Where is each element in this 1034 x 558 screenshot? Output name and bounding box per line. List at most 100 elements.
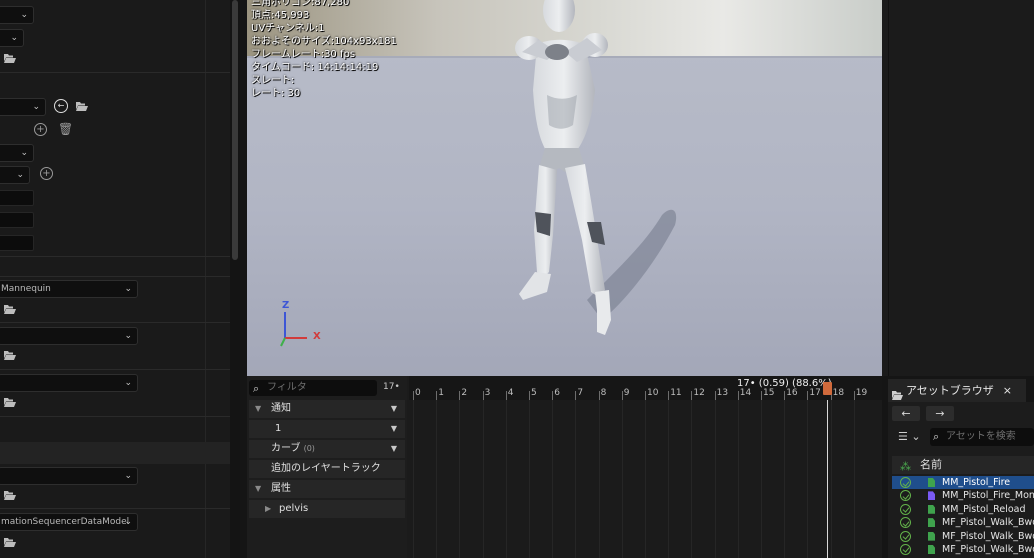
value-field-2[interactable] (0, 212, 34, 228)
row-divider (0, 276, 230, 277)
frame-tick-mark (598, 391, 600, 400)
list-item[interactable]: MM_Pistol_Fire (892, 476, 1034, 490)
frame-tick-label: 0 (415, 388, 421, 398)
list-item[interactable]: MF_Pistol_Walk_Bwd (892, 530, 1034, 543)
list-item[interactable]: MM_Pistol_Reload (892, 503, 1034, 516)
frame-tick-label: 17 (809, 388, 821, 398)
frame-grid-line (482, 400, 484, 558)
track-notifies[interactable]: ▼ 通知 ▼ (249, 400, 405, 418)
frame-tick-label: 14 (739, 388, 752, 398)
check-circle-icon (900, 530, 911, 542)
chevron-down-icon: ⌄ (911, 430, 921, 443)
back-button[interactable]: ← (892, 406, 920, 421)
frame-tick-label: 8 (600, 388, 607, 398)
trash-icon[interactable]: 🗑 (58, 122, 73, 136)
list-item[interactable]: MM_Pistol_Fire_Mon (892, 489, 1034, 502)
playhead-handle[interactable] (823, 382, 832, 395)
row-divider (0, 508, 230, 509)
chevron-down-icon[interactable]: ▼ (391, 420, 397, 438)
playhead-line[interactable] (827, 400, 828, 558)
property-combo-7[interactable]: ⌄ (0, 374, 138, 392)
track-notify-1[interactable]: 1 ▼ (249, 420, 405, 438)
chevron-down-icon: ⌄ (124, 517, 132, 527)
asset-search-input[interactable]: ⌕ アセットを検索 (930, 428, 1034, 446)
check-circle-icon (900, 517, 911, 529)
browse-folder-icon[interactable] (4, 304, 16, 314)
property-combo-5[interactable]: ⌄ (0, 166, 30, 184)
browse-folder-icon[interactable] (4, 53, 16, 63)
stat-triangles: 三角ポリゴン:87,280 (251, 0, 350, 8)
frame-tick-mark (436, 391, 438, 400)
frame-grid-line (575, 400, 577, 558)
chevron-down-icon[interactable]: ▼ (391, 400, 397, 418)
add-circle-icon[interactable]: + (40, 167, 53, 180)
browse-folder-icon[interactable] (4, 490, 16, 500)
section-header[interactable] (0, 442, 230, 464)
property-combo-8[interactable]: ⌄ (0, 467, 138, 485)
value-field-3[interactable] (0, 235, 34, 251)
timeline-ruler[interactable]: 17• (0.59) (88.6%) 0 1 2 3 4 5 6 7 8 9 10 11 12 13 14 1… (409, 376, 882, 558)
frame-tick-label: 1 (438, 388, 444, 398)
preview-viewport[interactable]: 三角ポリゴン:87,280 頂点:45,993 UVチャンネル:1 おおよそのサ… (247, 0, 882, 376)
asset-type-icon: ⁂ (900, 460, 911, 473)
close-icon[interactable]: × (1003, 379, 1012, 402)
chevron-down-icon: ⌄ (16, 170, 24, 180)
details-scrollbar[interactable] (230, 0, 240, 558)
search-icon: ⌕ (933, 430, 940, 443)
expand-arrow-icon[interactable]: ▼ (255, 480, 261, 498)
scrollbar-thumb[interactable] (232, 0, 238, 260)
timeline-panel: ⌕ フィルタ 17• ▼ 通知 ▼ 1 ▼ カーブ (0) ▼ 追加のレイヤート… (247, 376, 882, 558)
track-list: ⌕ フィルタ 17• ▼ 通知 ▼ 1 ▼ カーブ (0) ▼ 追加のレイヤート… (247, 376, 407, 558)
chevron-down-icon: ⌄ (124, 331, 132, 341)
name-column-header[interactable]: ⁂ 名前 (892, 456, 1034, 474)
frame-tick-label: 7 (577, 388, 584, 398)
frame-grid-line (853, 400, 855, 558)
frame-tick-label: 10 (647, 388, 659, 398)
track-label-row: カーブ (0) (271, 440, 315, 458)
frame-tick-mark (645, 391, 646, 400)
track-additive-layer[interactable]: 追加のレイヤートラック (249, 460, 405, 478)
list-item[interactable]: MF_Pistol_Walk_Bwd (892, 516, 1034, 529)
property-combo-3[interactable]: ⌄ (0, 98, 46, 116)
property-combo-4[interactable]: ⌄ (0, 144, 34, 162)
tab-label: アセットブラウザ (906, 384, 994, 397)
frame-tick-mark (691, 391, 693, 400)
datamodel-combo[interactable]: mationSequencerDataModel ⌄ (0, 513, 138, 531)
track-attributes[interactable]: ▼ 属性 (249, 480, 405, 498)
panel-splitter[interactable] (888, 0, 889, 376)
frame-tick-mark (714, 391, 716, 400)
chevron-down-icon[interactable]: ▼ (391, 440, 397, 458)
persona-editor: ⌄ ⌄ ⌄ ← + 🗑 ⌄ ⌄ + Mannequin ⌄ ⌄ ⌄ ⌄ matio… (0, 0, 1034, 558)
stat-approx-size: おおよそのサイズ:104x93x181 (251, 36, 397, 47)
track-filter-input[interactable]: ⌕ フィルタ (249, 380, 377, 396)
track-label: カーブ (271, 443, 301, 454)
frame-grid-line (598, 400, 600, 558)
property-combo-6[interactable]: ⌄ (0, 327, 138, 345)
frame-grid-line (529, 400, 530, 558)
filter-dropdown-button[interactable]: ☰ ⌄ (898, 430, 921, 443)
property-combo-1[interactable]: ⌄ (0, 6, 34, 24)
browse-folder-icon[interactable] (4, 350, 16, 360)
browse-folder-icon[interactable] (76, 101, 88, 111)
browse-folder-icon[interactable] (4, 397, 16, 407)
forward-button[interactable]: → (926, 406, 954, 421)
property-combo-2[interactable]: ⌄ (0, 29, 24, 47)
frame-tick-mark (575, 391, 577, 400)
tab-asset-browser[interactable]: アセットブラウザ × (888, 379, 1026, 402)
anim-sequence-icon (928, 478, 935, 487)
add-circle-icon[interactable]: + (34, 123, 47, 136)
value-field-1[interactable] (0, 190, 34, 206)
expand-arrow-icon[interactable]: ▼ (255, 400, 261, 418)
list-item[interactable]: MF_Pistol_Walk_Bwd (892, 543, 1034, 556)
frame-tick-label: 19 (855, 388, 868, 398)
skeleton-combo[interactable]: Mannequin ⌄ (0, 280, 138, 298)
browse-folder-icon[interactable] (4, 537, 16, 547)
track-curves[interactable]: カーブ (0) ▼ (249, 440, 405, 458)
frame-tick-label: 11 (670, 388, 682, 398)
frame-tick-mark (505, 391, 507, 400)
expand-arrow-icon[interactable]: ▶ (265, 500, 271, 518)
reset-arrow-icon[interactable]: ← (54, 99, 68, 113)
check-circle-icon (900, 503, 911, 515)
asset-browser-icon (892, 385, 903, 400)
track-pelvis[interactable]: ▶ pelvis (249, 500, 405, 518)
